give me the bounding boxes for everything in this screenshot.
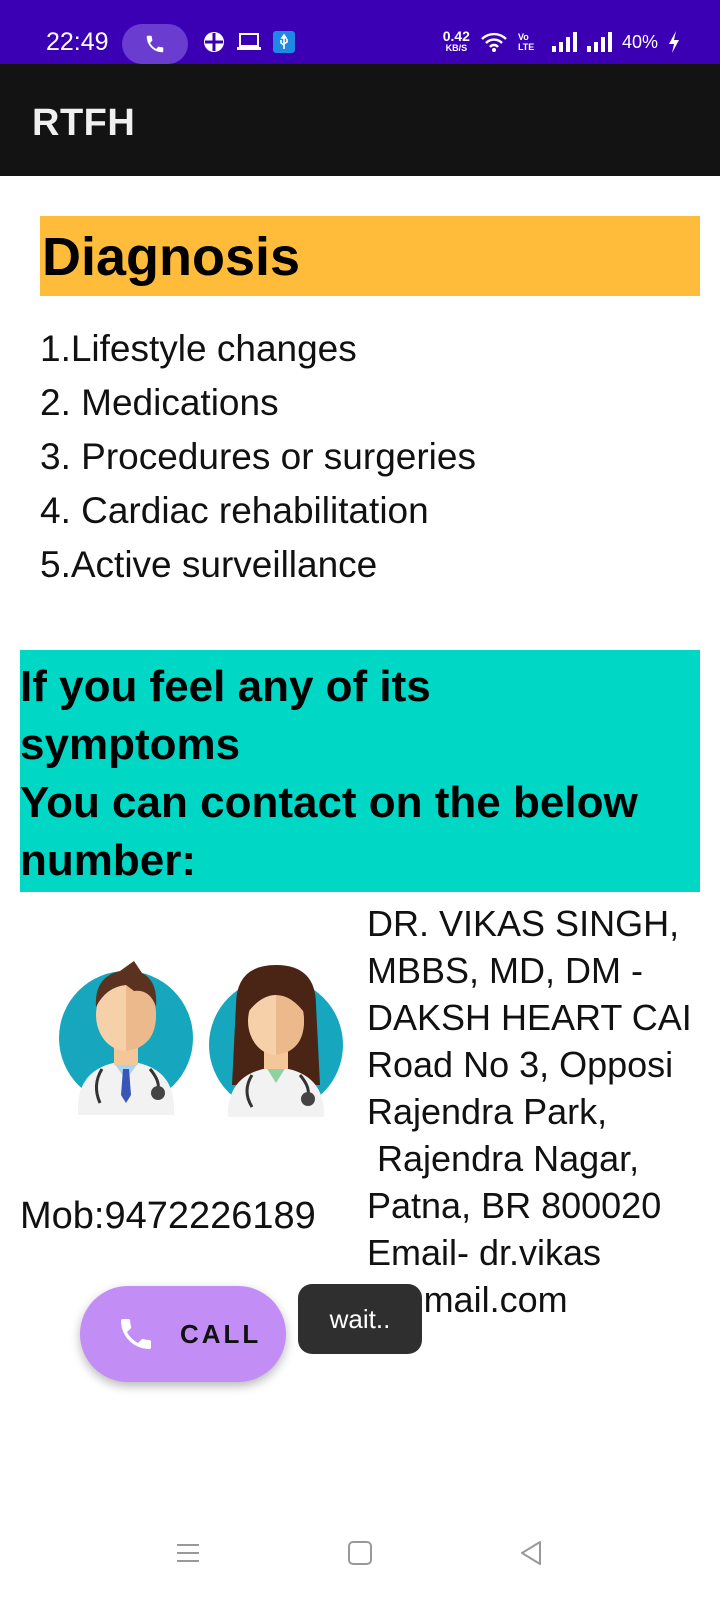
call-button-label: CALL [180, 1318, 262, 1349]
address-line: Road No 3, Opposi [367, 1044, 674, 1085]
status-time: 22:49 [46, 28, 109, 56]
network-speed-unit: KB/S [445, 43, 468, 53]
list-item: 1.Lifestyle changes [40, 328, 357, 369]
app-bar: RTFH [0, 64, 720, 176]
phone-icon [121, 1319, 151, 1349]
address-line: MBBS, MD, DM - [367, 950, 643, 991]
contact-line: You can contact on the below [20, 778, 638, 827]
address-line: DAKSH HEART CAI [367, 997, 692, 1038]
wifi-icon [481, 32, 507, 52]
contact-line: symptoms [20, 720, 241, 769]
contact-banner: If you feel any of its symptoms You can … [20, 650, 700, 892]
list-item: 3. Procedures or surgeries [40, 436, 476, 477]
signal-icon [551, 32, 577, 52]
battery-level: 40% [621, 31, 658, 52]
address-line: Patna, BR 800020 [367, 1185, 662, 1226]
doctor-mobile-number: Mob:9472226189 [20, 1195, 316, 1237]
address-line: Rajendra Park, [367, 1091, 608, 1132]
address-line: DR. VIKAS SINGH, [367, 903, 680, 944]
phone-icon [146, 35, 164, 53]
male-doctor-icon [59, 961, 193, 1115]
female-doctor-icon [209, 965, 343, 1117]
home-icon[interactable] [347, 1540, 373, 1566]
volte-indicator: Vo LTE [517, 32, 535, 52]
list-item: 5.Active surveillance [40, 544, 378, 585]
signal-icon [586, 32, 612, 52]
back-icon[interactable] [518, 1540, 544, 1566]
doctor-address: DR. VIKAS SINGH, MBBS, MD, DM - DAKSH HE… [367, 900, 700, 1323]
network-speed: 0.42 KB/S [442, 28, 470, 54]
toast-message: wait.. [298, 1284, 422, 1354]
contact-line: number: [20, 836, 196, 885]
status-bar: 22:49 0.42 KB/S Vo LTE 40% [0, 0, 720, 64]
address-line: Email- dr.vikas [367, 1232, 602, 1273]
app-title: RTFH [32, 102, 136, 144]
usb-icon [273, 31, 295, 53]
diagnosis-list: 1.Lifestyle changes 2. Medications 3. Pr… [40, 322, 476, 592]
settings-grid-icon [204, 32, 224, 52]
list-item: 2. Medications [40, 382, 279, 423]
laptop-icon [237, 33, 261, 50]
contact-line: If you feel any of its [20, 662, 431, 711]
list-item: 4. Cardiac rehabilitation [40, 490, 429, 531]
doctors-illustration [59, 961, 343, 1117]
address-line: Rajendra Nagar, [367, 1138, 640, 1179]
system-nav-bar [0, 1520, 720, 1600]
ongoing-call-indicator[interactable] [122, 24, 188, 64]
menu-icon[interactable] [175, 1540, 201, 1566]
call-button[interactable]: CALL [80, 1286, 286, 1382]
network-speed-value: 0.42 [442, 28, 470, 44]
charging-icon [669, 31, 679, 53]
diagnosis-heading: Diagnosis [40, 216, 700, 296]
